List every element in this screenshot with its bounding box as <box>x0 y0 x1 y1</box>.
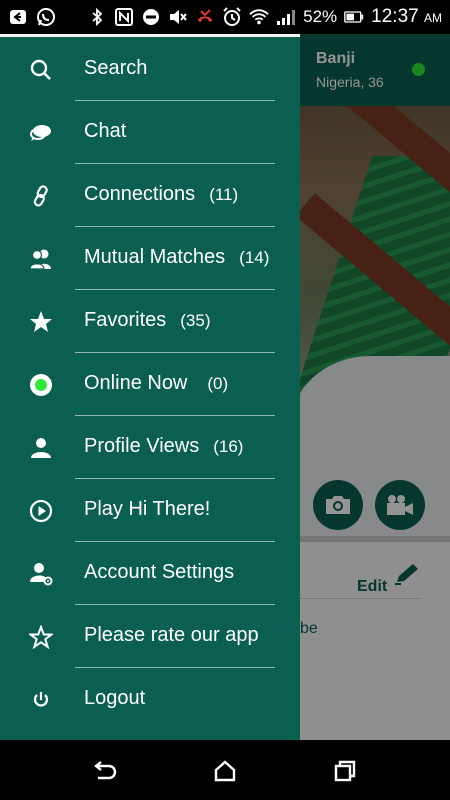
whatsapp-icon <box>36 7 56 27</box>
signal-icon <box>276 7 296 27</box>
menu-count: (35) <box>180 311 211 330</box>
menu-label: Mutual Matches (14) <box>84 246 269 269</box>
do-not-disturb-icon <box>141 7 161 27</box>
menu-label-text: Please rate our app <box>84 624 259 646</box>
users-icon <box>29 247 53 271</box>
clock: 12:37 AM <box>371 6 442 28</box>
nfc-icon <box>114 7 134 27</box>
menu-label-text: Search <box>84 57 148 79</box>
battery-icon <box>344 7 364 27</box>
status-bar: 52% 12:37 AM <box>0 0 450 34</box>
menu-label: Profile Views (16) <box>84 435 243 458</box>
link-icon <box>29 184 53 208</box>
navigation-drawer: Search Chat Connections (11) Mutual Matc… <box>0 34 300 740</box>
chat-icon <box>29 121 53 145</box>
missed-call-icon <box>195 7 215 27</box>
back-icon[interactable] <box>90 756 120 786</box>
star-icon <box>29 310 53 334</box>
menu-item-online-now[interactable]: Online Now (0) <box>0 353 300 416</box>
menu-item-chat[interactable]: Chat <box>0 101 300 164</box>
home-icon[interactable] <box>210 756 240 786</box>
menu-item-play-hi-there[interactable]: Play Hi There! <box>0 479 300 542</box>
menu-label: Online Now (0) <box>84 372 228 395</box>
menu-label-text: Account Settings <box>84 561 235 583</box>
menu-item-rate-app[interactable]: Please rate our app <box>0 605 300 668</box>
menu-label-text: Profile Views <box>84 435 200 457</box>
recent-apps-icon[interactable] <box>330 756 360 786</box>
menu-label-text: Logout <box>84 687 146 709</box>
menu-count: (11) <box>209 185 239 204</box>
menu-label-text: Online Now <box>84 372 188 394</box>
menu-label-text: Favorites <box>84 309 167 331</box>
menu-count: (0) <box>207 374 229 393</box>
menu-item-favorites[interactable]: Favorites (35) <box>0 290 300 353</box>
menu-label: Play Hi There! <box>84 498 210 521</box>
menu-label: Chat <box>84 120 126 143</box>
menu-item-profile-views[interactable]: Profile Views (16) <box>0 416 300 479</box>
menu-item-logout[interactable]: Logout <box>0 668 300 731</box>
drawer-menu: Search Chat Connections (11) Mutual Matc… <box>0 38 300 731</box>
menu-item-mutual-matches[interactable]: Mutual Matches (14) <box>0 227 300 290</box>
menu-count: (14) <box>239 248 270 267</box>
menu-label: Search <box>84 57 147 80</box>
menu-label-text: Mutual Matches <box>84 246 226 268</box>
drawer-top-edge <box>0 34 300 37</box>
clock-ampm: AM <box>424 11 442 25</box>
menu-label-text: Chat <box>84 120 127 142</box>
power-icon <box>29 688 53 712</box>
star-outline-icon <box>29 625 53 649</box>
menu-count: (16) <box>213 437 244 456</box>
notification-icon <box>8 7 28 27</box>
mute-icon <box>168 7 188 27</box>
wifi-icon <box>249 7 269 27</box>
menu-label: Please rate our app <box>84 624 259 647</box>
system-nav-bar <box>0 740 450 800</box>
play-icon <box>29 499 53 523</box>
alarm-icon <box>222 7 242 27</box>
search-icon <box>29 58 53 82</box>
menu-label: Connections (11) <box>84 183 238 206</box>
menu-label: Favorites (35) <box>84 309 210 332</box>
clock-time: 12:37 <box>371 6 419 27</box>
menu-item-search[interactable]: Search <box>0 38 300 101</box>
menu-label-text: Connections <box>84 183 196 205</box>
online-icon <box>29 373 53 397</box>
menu-item-connections[interactable]: Connections (11) <box>0 164 300 227</box>
user-settings-icon <box>29 562 53 586</box>
menu-label: Logout <box>84 687 145 710</box>
bluetooth-icon <box>87 7 107 27</box>
menu-item-account-settings[interactable]: Account Settings <box>0 542 300 605</box>
person-icon <box>29 436 53 460</box>
battery-percent: 52% <box>303 7 338 26</box>
menu-label-text: Play Hi There! <box>84 498 211 520</box>
phone-screen: 52% 12:37 AM Banji Nigeria, 36 Edit be S… <box>0 0 450 800</box>
menu-label: Account Settings <box>84 561 234 584</box>
